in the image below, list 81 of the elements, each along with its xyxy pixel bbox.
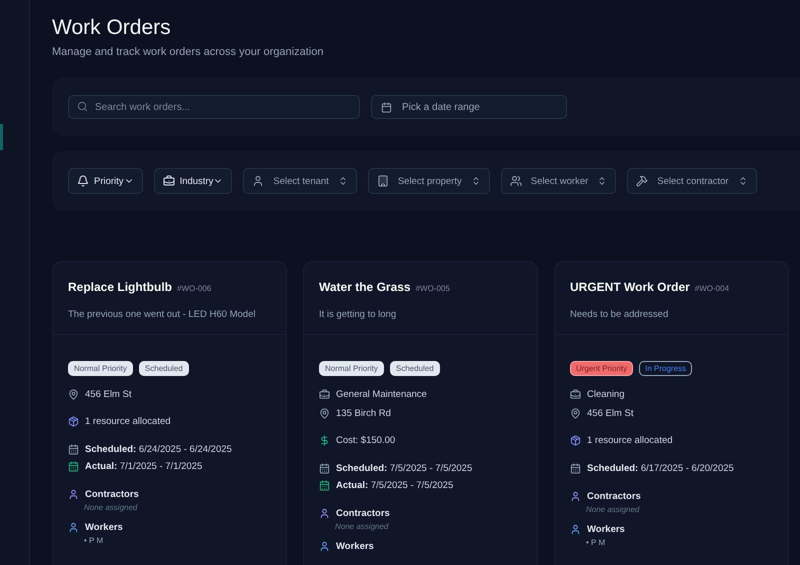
person-icon (319, 541, 330, 552)
active-indicator (0, 124, 3, 150)
person-icon (319, 508, 330, 519)
calendar-check-icon (68, 461, 79, 472)
location-pin-icon (319, 408, 330, 419)
up-down-chevron-icon (470, 176, 481, 186)
up-down-chevron-icon (738, 176, 748, 186)
filter-button[interactable]: Priority (68, 168, 143, 194)
up-down-chevron-icon (597, 176, 608, 186)
status-badge: In Progress (639, 361, 692, 376)
work-order-description: The previous one went out - LED H60 Model (68, 309, 256, 320)
briefcase-icon (570, 389, 581, 400)
empty-note: None assigned (335, 522, 390, 531)
person-icon (570, 524, 581, 535)
worker-name: • P M (586, 538, 606, 547)
briefcase-icon (319, 389, 330, 400)
hammer-icon (636, 175, 648, 187)
priority-badge: Urgent Priority (570, 361, 634, 376)
search-icon (77, 101, 88, 112)
priority-badge: Normal Priority (319, 361, 384, 376)
select-dropdown[interactable]: Select worker (500, 168, 616, 194)
person-icon (252, 175, 264, 187)
up-down-chevron-icon (338, 176, 348, 186)
person-icon (68, 489, 79, 500)
select-dropdown[interactable]: Select tenant (243, 168, 357, 194)
date-range-text: Scheduled: 6/17/2025 - 6/20/2025 (587, 463, 734, 474)
workers-heading: Workers (85, 522, 123, 533)
work-order-code: #WO-004 (694, 284, 730, 293)
contractors-heading: Contractors (85, 489, 139, 500)
date-range-text: Actual: 7/1/2025 - 7/1/2025 (85, 461, 202, 472)
page-subtitle: Manage and track work orders across your organization (52, 46, 324, 58)
calendar-check-icon (319, 480, 330, 491)
location-pin-icon (68, 389, 79, 400)
work-order-title: Water the Grass (319, 280, 411, 294)
work-order-description: Needs to be addressed (570, 309, 670, 320)
status-badge: Scheduled (390, 361, 440, 376)
detail-text: 456 Elm St (85, 389, 132, 400)
person-icon (68, 522, 79, 533)
calendar-icon (319, 463, 330, 474)
work-order-code: #WO-005 (416, 284, 450, 293)
detail-text: 1 resource allocated (85, 416, 171, 427)
work-order-title: URGENT Work Order (570, 280, 690, 294)
workers-heading: Workers (587, 524, 625, 535)
empty-note: None assigned (586, 505, 640, 514)
date-range-text: Actual: 7/5/2025 - 7/5/2025 (336, 480, 454, 491)
search-field[interactable]: Search work orders... (68, 95, 360, 119)
detail-text: 456 Elm St (587, 408, 634, 419)
detail-text: General Maintenance (336, 389, 427, 400)
contractors-heading: Contractors (336, 508, 390, 519)
work-order-code: #WO-006 (177, 284, 212, 293)
contractors-heading: Contractors (587, 491, 641, 502)
bell-icon (77, 175, 89, 187)
detail-text: 1 resource allocated (587, 435, 673, 446)
date-range-text: Scheduled: 7/5/2025 - 7/5/2025 (336, 463, 472, 474)
work-order-title: Replace Lightbulb (68, 280, 172, 294)
workers-heading: Workers (336, 541, 374, 552)
calendar-icon (570, 463, 581, 474)
worker-name: • P M (84, 536, 104, 545)
dollar-icon (319, 435, 330, 446)
detail-text: 135 Birch Rd (336, 408, 391, 419)
person-icon (570, 491, 581, 502)
status-badge: Scheduled (138, 361, 189, 376)
filter-button[interactable]: Industry (154, 168, 232, 194)
package-icon (68, 416, 79, 427)
package-icon (570, 435, 581, 446)
calendar-icon (68, 444, 79, 455)
detail-text: Cleaning (587, 389, 624, 400)
page-title: Work Orders (52, 16, 172, 40)
briefcase-icon (162, 175, 175, 187)
date-range-button[interactable]: Pick a date range (371, 95, 567, 119)
detail-text: Cost: $150.00 (336, 435, 396, 446)
people-icon (510, 175, 522, 187)
building-icon (376, 175, 389, 187)
select-dropdown[interactable]: Select property (368, 168, 490, 194)
select-dropdown[interactable]: Select contractor (627, 168, 757, 194)
calendar-icon (381, 102, 392, 112)
empty-note: None assigned (84, 503, 138, 512)
date-range-text: Scheduled: 6/24/2025 - 6/24/2025 (85, 444, 232, 455)
location-pin-icon (570, 408, 581, 419)
work-order-description: It is getting to long (319, 309, 398, 320)
priority-badge: Normal Priority (68, 361, 133, 376)
